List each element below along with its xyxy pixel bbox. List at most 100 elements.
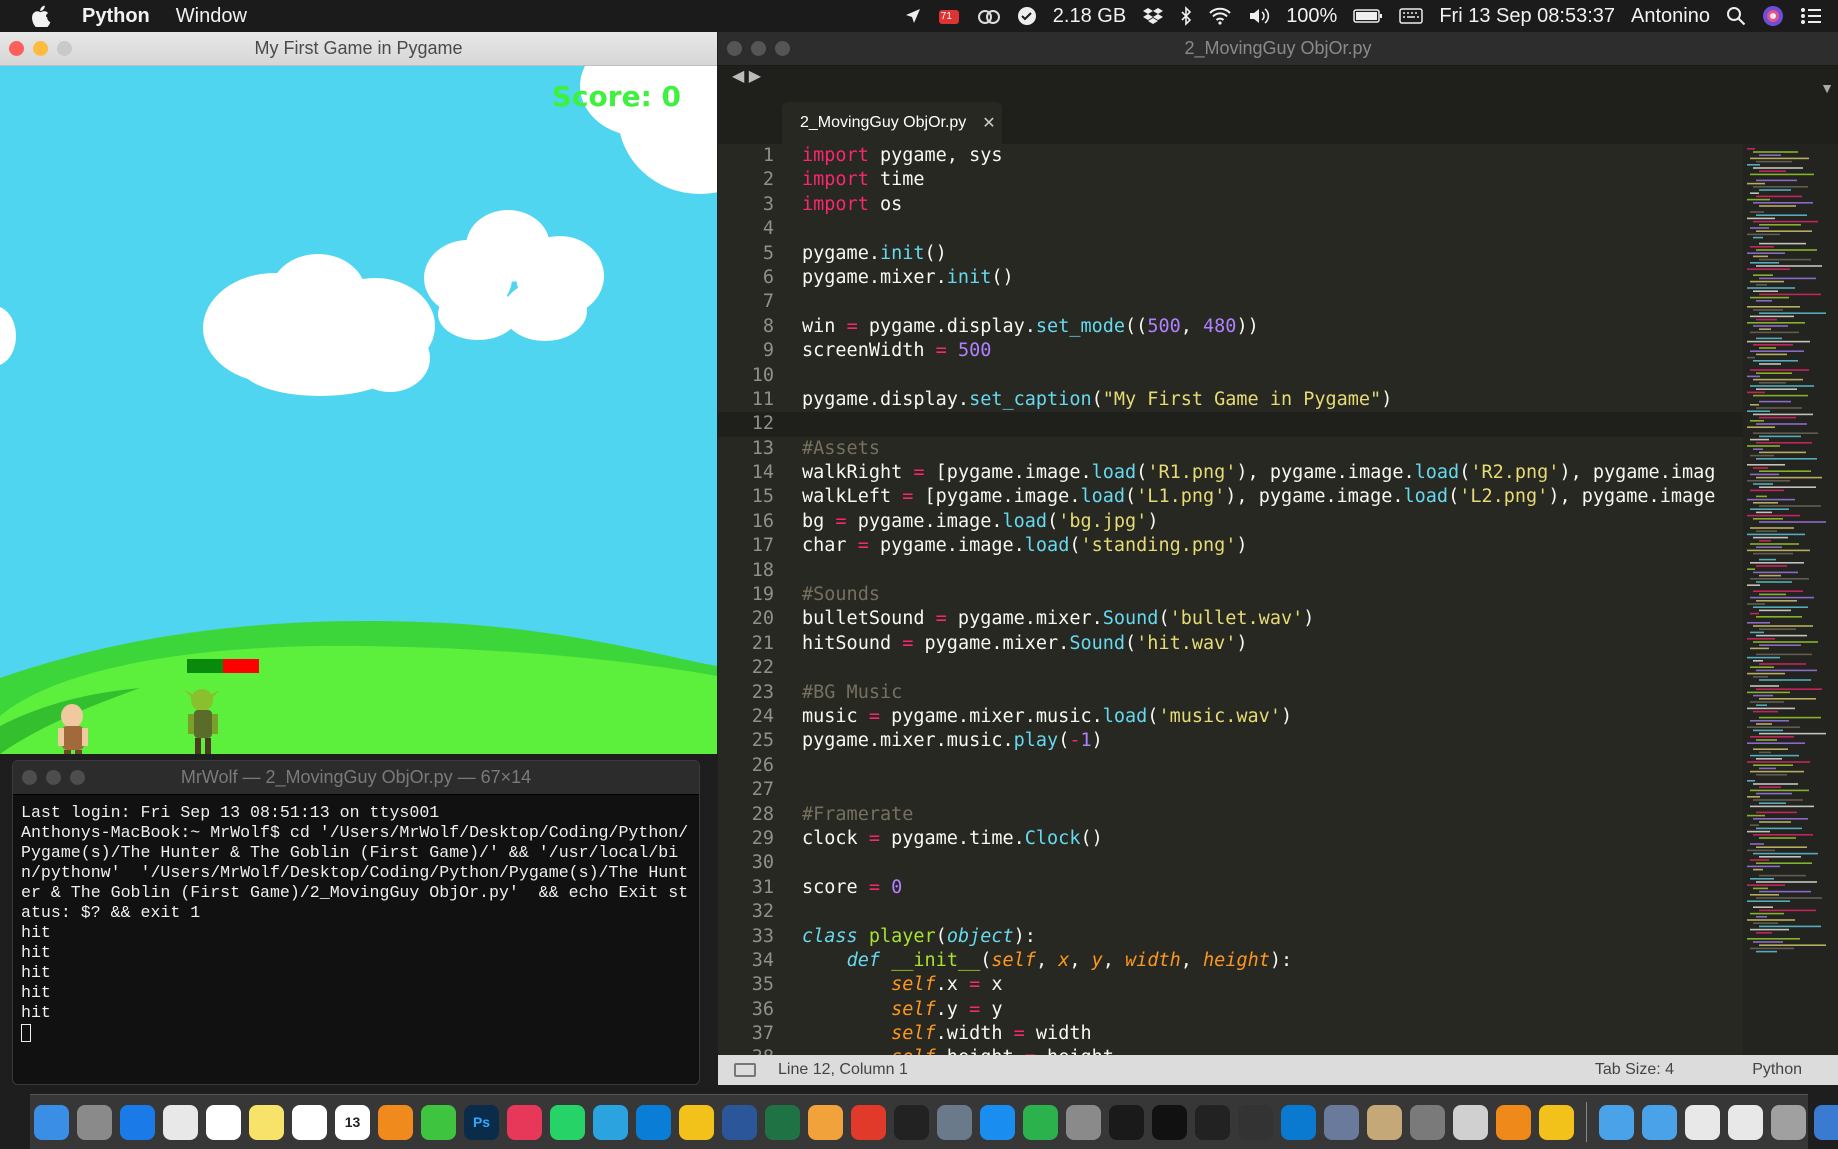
kindle-icon[interactable] (894, 1104, 929, 1140)
unity-icon-2[interactable] (1238, 1104, 1273, 1140)
code-line[interactable]: 10 (718, 364, 1743, 388)
skype-icon[interactable] (636, 1104, 671, 1140)
code-line[interactable]: 23 #BG Music (718, 681, 1743, 705)
memory-icon[interactable] (1017, 6, 1037, 26)
terminal-icon[interactable] (1109, 1104, 1144, 1140)
code-editor[interactable]: 1 import pygame, sys 2 import time 3 import o… (718, 144, 1743, 1084)
unity-hub-icon[interactable] (1195, 1104, 1230, 1140)
menu-window[interactable]: Window (176, 5, 247, 28)
facetime-icon[interactable] (421, 1104, 456, 1140)
tab-close-icon[interactable]: ✕ (982, 113, 995, 133)
pdf-icon[interactable] (851, 1104, 886, 1140)
terminal-titlebar[interactable]: MrWolf — 2_MovingGuy ObjOr.py — 67×14 (13, 761, 699, 795)
vlc-icon[interactable] (378, 1104, 413, 1140)
clock-text[interactable]: Fri 13 Sep 08:53:37 (1439, 5, 1615, 28)
siri-icon[interactable] (1762, 5, 1784, 27)
code-line[interactable]: 11 pygame.display.set_caption("My First G… (718, 388, 1743, 412)
code-line[interactable]: 8 win = pygame.display.set_mode((500, 480… (718, 315, 1743, 339)
panel-toggle-icon[interactable] (734, 1063, 756, 1077)
code-line[interactable]: 32 (718, 900, 1743, 924)
minimap[interactable] (1743, 144, 1838, 1084)
tab-size-setting[interactable]: Tab Size: 4 (1595, 1061, 1674, 1079)
spotlight-search-icon[interactable] (1726, 6, 1746, 26)
battery-icon[interactable] (1353, 8, 1383, 24)
unity-icon[interactable] (1152, 1104, 1187, 1140)
app-store-icon[interactable] (980, 1104, 1015, 1140)
cyberduck-icon[interactable] (1539, 1104, 1574, 1140)
code-line[interactable]: 7 (718, 290, 1743, 314)
terminal-close-button[interactable] (22, 770, 37, 785)
game-window[interactable]: My First Game in Pygame Score: 0 (0, 32, 717, 754)
code-line[interactable]: 1 import pygame, sys (718, 144, 1743, 168)
telegram-icon[interactable] (593, 1104, 628, 1140)
preview-icon[interactable] (937, 1104, 972, 1140)
clock-icon[interactable] (206, 1104, 241, 1140)
tab-dropdown-icon[interactable]: ▼ (1820, 80, 1834, 96)
app-icon[interactable] (507, 1104, 542, 1140)
calendar-icon[interactable]: 13 (335, 1104, 370, 1140)
system-preferences-icon[interactable] (1066, 1104, 1101, 1140)
code-line[interactable]: 3 import os (718, 193, 1743, 217)
notification-badge-icon[interactable]: 71 (937, 6, 961, 26)
code-line[interactable]: 25 pygame.mixer.music.play(-1) (718, 729, 1743, 753)
close-button[interactable] (9, 41, 24, 56)
code-line[interactable]: 9 screenWidth = 500 (718, 339, 1743, 363)
code-line[interactable]: 17 char = pygame.image.load('standing.png… (718, 534, 1743, 558)
slack-icon[interactable] (163, 1104, 198, 1140)
pages-icon[interactable] (808, 1104, 843, 1140)
code-line[interactable]: 2 import time (718, 168, 1743, 192)
mail-icon[interactable] (1814, 1104, 1838, 1140)
vscode-icon[interactable] (1281, 1104, 1316, 1140)
document-icon[interactable] (1685, 1104, 1720, 1140)
code-line[interactable]: 34 def __init__(self, x, y, width, heigh… (718, 949, 1743, 973)
word-icon[interactable] (722, 1104, 757, 1140)
whatsapp-icon[interactable] (550, 1104, 585, 1140)
wifi-icon[interactable] (1208, 7, 1232, 25)
location-arrow-icon[interactable] (905, 8, 921, 24)
launchpad-icon[interactable] (77, 1104, 112, 1140)
code-line[interactable]: 30 (718, 851, 1743, 875)
code-line[interactable]: 27 (718, 778, 1743, 802)
butterfly-icon[interactable] (679, 1104, 714, 1140)
code-line[interactable]: 20 bulletSound = pygame.mixer.Sound('bull… (718, 607, 1743, 631)
notification-center-icon[interactable] (1800, 7, 1822, 25)
code-line[interactable]: 16 bg = pygame.image.load('bg.jpg') (718, 510, 1743, 534)
code-line[interactable]: 28 #Framerate (718, 803, 1743, 827)
code-line[interactable]: 5 pygame.init() (718, 242, 1743, 266)
terminal-zoom-button[interactable] (70, 770, 85, 785)
code-line[interactable]: 19 #Sounds (718, 583, 1743, 607)
editor-minimize-button[interactable] (751, 41, 766, 56)
terminal-output[interactable]: Last login: Fri Sep 13 08:51:13 on ttys0… (13, 795, 699, 1051)
tab-active-file[interactable]: 2_MovingGuy ObjOr.py ✕ (782, 102, 1002, 144)
terminal-minimize-button[interactable] (46, 770, 61, 785)
apple-icon[interactable] (28, 4, 54, 28)
code-line[interactable]: 24 music = pygame.mixer.music.load('music… (718, 705, 1743, 729)
game-window-titlebar[interactable]: My First Game in Pygame (0, 32, 717, 66)
menu-app-name[interactable]: Python (82, 5, 150, 28)
code-line[interactable]: 22 (718, 656, 1743, 680)
downloads-folder-icon[interactable] (1642, 1104, 1677, 1140)
safari-icon[interactable] (120, 1104, 155, 1140)
code-line[interactable]: 21 hitSound = pygame.mixer.Sound('hit.wav… (718, 632, 1743, 656)
dropbox-icon[interactable] (1142, 6, 1164, 26)
preview-2-icon[interactable] (1324, 1104, 1359, 1140)
document-2-icon[interactable] (1728, 1104, 1763, 1140)
code-line[interactable]: 33 class player(object): (718, 925, 1743, 949)
feedly-icon[interactable] (1023, 1104, 1058, 1140)
cursor-position[interactable]: Line 12, Column 1 (778, 1061, 908, 1079)
editor-titlebar[interactable]: 2_MovingGuy ObjOr.py (718, 32, 1838, 66)
code-line[interactable]: 6 pygame.mixer.init() (718, 266, 1743, 290)
code-line[interactable]: 31 score = 0 (718, 876, 1743, 900)
pen-icon[interactable] (1453, 1104, 1488, 1140)
editor-close-button[interactable] (727, 41, 742, 56)
tab-back-icon[interactable]: ◀ (732, 68, 744, 85)
zoom-button[interactable] (57, 41, 72, 56)
user-name[interactable]: Antonino (1631, 5, 1710, 28)
code-line[interactable]: 4 (718, 217, 1743, 241)
editor-zoom-button[interactable] (775, 41, 790, 56)
keyboard-icon[interactable] (1399, 7, 1424, 25)
archive-icon[interactable] (1367, 1104, 1402, 1140)
code-line[interactable]: 13 #Assets (718, 437, 1743, 461)
code-line[interactable]: 36 self.y = y (718, 998, 1743, 1022)
bluetooth-icon[interactable] (1180, 6, 1192, 26)
